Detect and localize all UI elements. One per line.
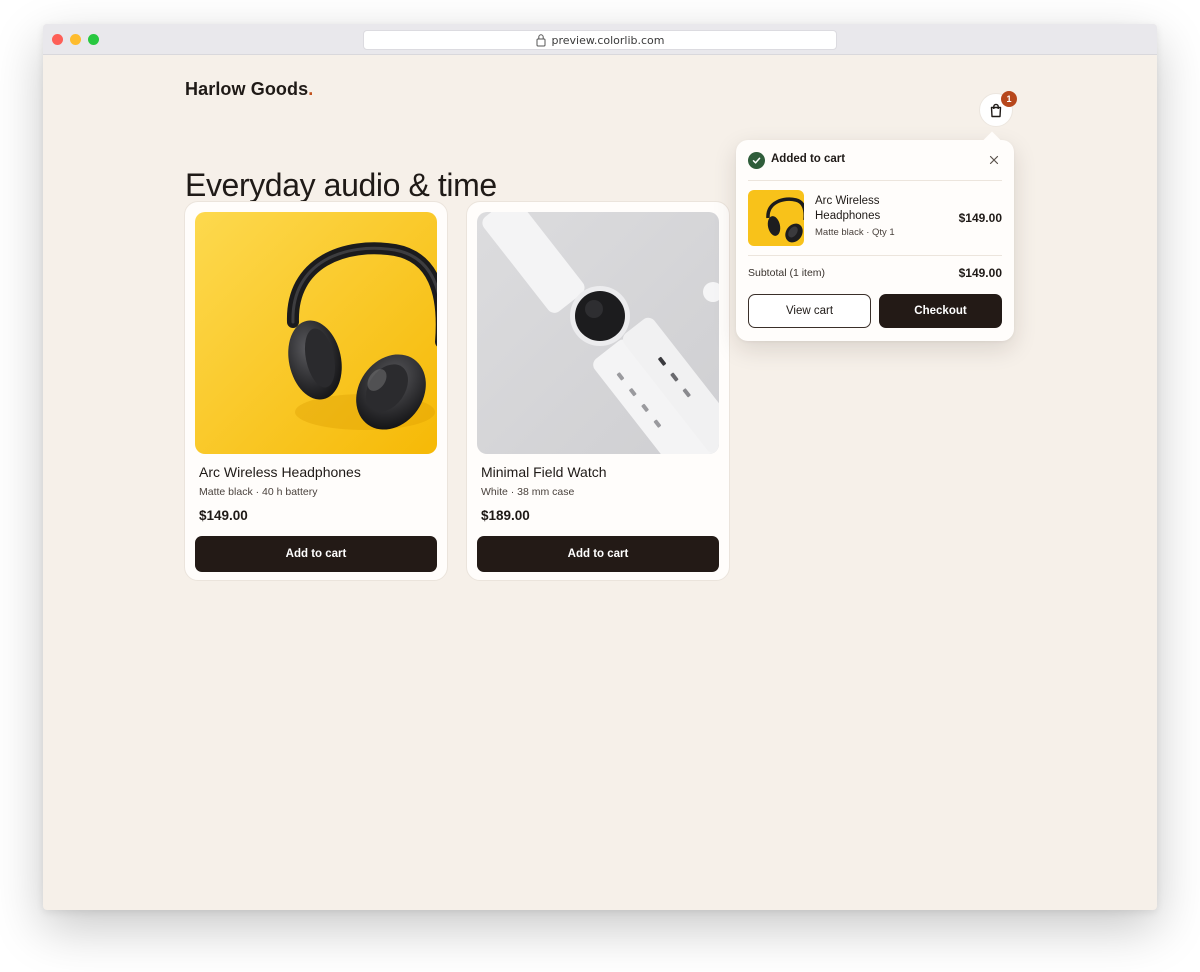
product-meta: Matte black · 40 h battery — [199, 486, 318, 498]
subtotal-label: Subtotal (1 item) — [748, 267, 826, 279]
popover-title: Added to cart — [771, 153, 846, 165]
url-text: preview.colorlib.com — [551, 33, 665, 47]
view-cart-button[interactable]: View cart — [748, 294, 871, 328]
check-circle-icon — [748, 152, 765, 169]
cart-item-thumbnail — [748, 190, 804, 246]
cart-popover: Added to cart Arc Wireless Headphones Ma… — [736, 131, 1014, 341]
address-bar[interactable]: preview.colorlib.com — [363, 30, 837, 50]
divider — [748, 180, 1002, 181]
checkout-button[interactable]: Checkout — [879, 294, 1002, 328]
brand-logo[interactable]: Harlow Goods. — [185, 79, 313, 100]
close-icon[interactable] — [988, 154, 1000, 166]
product-meta: White · 38 mm case — [481, 486, 575, 498]
browser-window: preview.colorlib.com Harlow Goods. 1 Eve… — [43, 24, 1157, 910]
product-price: $189.00 — [481, 508, 530, 523]
cart-item-price: $149.00 — [958, 211, 1002, 225]
brand-dot: . — [308, 79, 314, 99]
cart-item-name: Arc Wireless Headphones — [815, 195, 881, 222]
divider — [748, 255, 1002, 256]
subtotal-value: $149.00 — [958, 266, 1002, 280]
product-price: $149.00 — [199, 508, 248, 523]
product-card: Minimal Field Watch White · 38 mm case $… — [466, 201, 730, 581]
watch-image[interactable] — [477, 212, 719, 454]
lock-icon — [536, 34, 546, 47]
brand-name: Harlow Goods — [185, 79, 309, 99]
popover-header: Added to cart — [748, 152, 1002, 172]
add-to-cart-button[interactable]: Add to cart — [195, 536, 437, 572]
cart-count-badge: 1 — [1001, 91, 1017, 107]
headphones-image[interactable] — [195, 212, 437, 454]
page-content: Harlow Goods. 1 Everyday audio & time Ar… — [43, 55, 1157, 910]
add-to-cart-button[interactable]: Add to cart — [477, 536, 719, 572]
browser-titlebar: preview.colorlib.com — [43, 24, 1157, 55]
close-window-button[interactable] — [52, 34, 63, 45]
minimize-window-button[interactable] — [70, 34, 81, 45]
product-card: Arc Wireless Headphones Matte black · 40… — [184, 201, 448, 581]
product-name[interactable]: Minimal Field Watch — [481, 464, 607, 480]
popover-caret — [983, 131, 1001, 149]
shopping-bag-icon — [990, 103, 1002, 117]
maximize-window-button[interactable] — [88, 34, 99, 45]
cart-item-meta: Matte black · Qty 1 — [815, 227, 895, 238]
page-title: Everyday audio & time — [185, 167, 497, 203]
product-name[interactable]: Arc Wireless Headphones — [199, 464, 361, 480]
